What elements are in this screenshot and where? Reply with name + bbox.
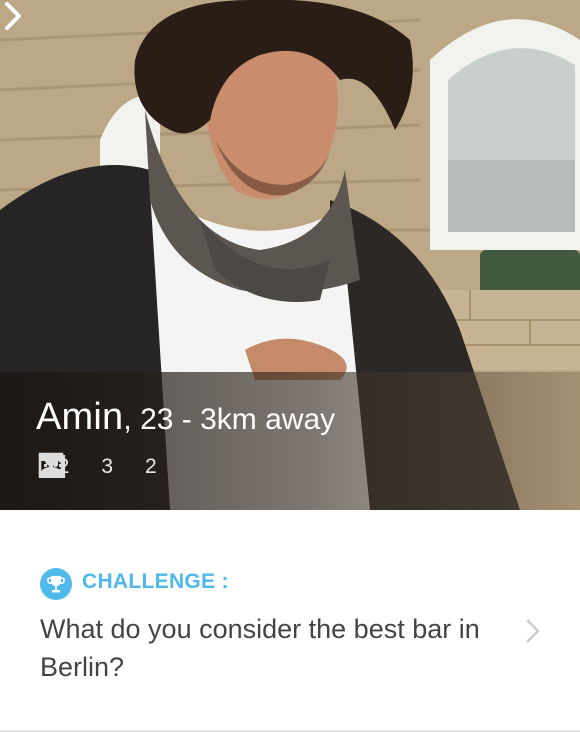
trophy-glyph	[47, 576, 65, 593]
challenge-label: CHALLENGE :	[82, 570, 229, 593]
stat-events: 2	[38, 453, 157, 479]
profile-stats: 12 3 2	[38, 452, 181, 482]
stat-events-value: 2	[145, 455, 157, 478]
challenge-section[interactable]: CHALLENGE : What do you consider the bes…	[0, 510, 580, 732]
profile-name: Amin	[36, 396, 124, 438]
chevron-right-icon[interactable]	[522, 617, 544, 645]
name-separator: ,	[123, 403, 132, 436]
profile-card: Amin, 23 - 3km away 12 3 2 CHALLENGE: W…	[0, 0, 580, 732]
trophy-icon	[40, 568, 72, 600]
profile-photo[interactable]: Amin, 23 - 3km away 12 3 2	[0, 0, 580, 510]
challenge-question[interactable]: What do you consider the best bar in Ber…	[40, 610, 510, 686]
chevron-right-icon[interactable]	[0, 0, 26, 32]
photo-info-overlay	[0, 372, 580, 510]
profile-headline: Amin, 23 - 3km away	[36, 396, 335, 439]
profile-age-distance: 23 - 3km away	[131, 403, 336, 436]
stat-books-value: 3	[101, 455, 114, 478]
calendar-icon	[38, 453, 66, 478]
stat-books: 3	[38, 452, 114, 479]
